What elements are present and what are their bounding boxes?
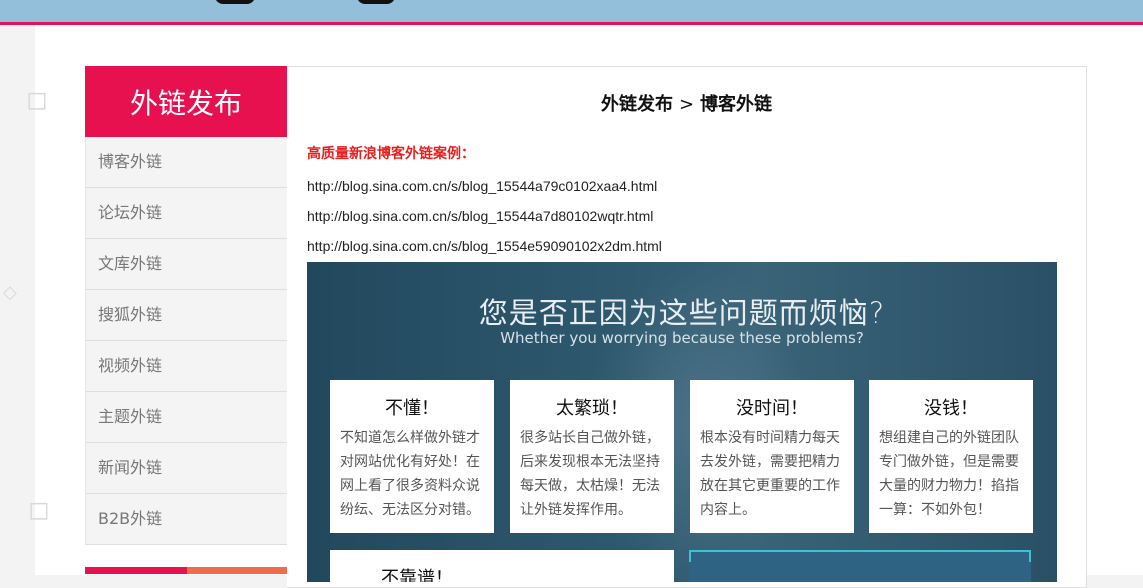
card-title: 不靠谱！ <box>381 568 453 582</box>
problem-card: 没钱！ 想组建自己的外链团队专门做外链，但是需要大量的财力物力！掐指一算：不如外… <box>869 380 1033 533</box>
sidebar-footer-tab[interactable] <box>85 567 187 574</box>
sidebar-item-topic[interactable]: 主题外链 <box>86 392 287 443</box>
case-link[interactable]: http://blog.sina.com.cn/s/blog_15544a7d8… <box>307 208 653 224</box>
breadcrumb-parent[interactable]: 外链发布 <box>601 94 673 115</box>
logo-fragment <box>357 0 395 4</box>
sidebar-item-news[interactable]: 新闻外链 <box>86 443 287 494</box>
card-text: 不知道怎么样做外链才对网站优化有好处！在网上看了很多资料众说纷纭、无法区分对错。 <box>340 430 480 518</box>
breadcrumb-current: 博客外链 <box>700 94 773 115</box>
card-title: 不懂！ <box>385 398 439 419</box>
sidebar-menu: 博客外链 论坛外链 文库外链 搜狐外链 视频外链 主题外链 新闻外链 B2B外链 <box>85 137 287 545</box>
breadcrumb: 外链发布 > 博客外链 <box>287 90 1086 116</box>
banner-subtitle: Whether you worrying because these probl… <box>500 329 864 347</box>
sidebar-title: 外链发布 <box>85 66 287 137</box>
frame-corner <box>689 550 699 562</box>
sidebar-footer-bar <box>85 567 287 574</box>
banner-title: 您是否正因为这些问题而烦恼? <box>478 296 886 330</box>
highlight-frame <box>689 550 1031 582</box>
problem-card: 太繁琐！ 很多站长自己做外链，后来发现根本无法坚持每天做，太枯燥！无法让外链发挥… <box>510 380 674 533</box>
case-link[interactable]: http://blog.sina.com.cn/s/blog_1554e5909… <box>307 238 662 254</box>
sidebar-item-sohu[interactable]: 搜狐外链 <box>86 290 287 341</box>
section-label: 高质量新浪博客外链案例： <box>307 146 475 162</box>
problems-banner: 您是否正因为这些问题而烦恼? Whether you worrying beca… <box>307 262 1057 582</box>
logo-fragment <box>215 0 255 4</box>
problem-card: 不靠谱！ <box>330 550 674 582</box>
case-link[interactable]: http://blog.sina.com.cn/s/blog_15544a79c… <box>307 178 657 194</box>
top-header-bar <box>0 0 1143 25</box>
frame-corner <box>1021 550 1031 562</box>
decorative-shape: ◻ <box>28 495 50 525</box>
sidebar-item-b2b[interactable]: B2B外链 <box>86 494 287 545</box>
card-text: 根本没有时间精力每天去发外链，需要把精力放在其它更重要的工作内容上。 <box>700 430 840 518</box>
sidebar-item-video[interactable]: 视频外链 <box>86 341 287 392</box>
card-text: 很多站长自己做外链，后来发现根本无法坚持每天做，太枯燥！无法让外链发挥作用。 <box>520 430 660 518</box>
decorative-shape: ◇ <box>3 282 17 303</box>
problem-card: 不懂！ 不知道怎么样做外链才对网站优化有好处！在网上看了很多资料众说纷纭、无法区… <box>330 380 494 533</box>
sidebar-item-wenku[interactable]: 文库外链 <box>86 239 287 290</box>
sidebar-item-forum[interactable]: 论坛外链 <box>86 188 287 239</box>
problem-card: 没时间！ 根本没有时间精力每天去发外链，需要把精力放在其它更重要的工作内容上。 <box>690 380 854 533</box>
main-panel: 外链发布 > 博客外链 高质量新浪博客外链案例： http://blog.sina.… <box>287 66 1087 588</box>
sidebar-item-blog[interactable]: 博客外链 <box>86 137 287 188</box>
card-title: 太繁琐！ <box>556 398 628 419</box>
card-title: 没时间！ <box>736 398 808 419</box>
decorative-shape: ◻ <box>26 85 48 115</box>
sidebar: 外链发布 博客外链 论坛外链 文库外链 搜狐外链 视频外链 主题外链 新闻外链 … <box>85 66 287 574</box>
card-text: 想组建自己的外链团队专门做外链，但是需要大量的财力物力！掐指一算：不如外包！ <box>879 430 1019 518</box>
sidebar-footer-tab[interactable] <box>187 567 287 574</box>
card-title: 没钱！ <box>924 398 978 419</box>
breadcrumb-separator: > <box>678 94 695 115</box>
